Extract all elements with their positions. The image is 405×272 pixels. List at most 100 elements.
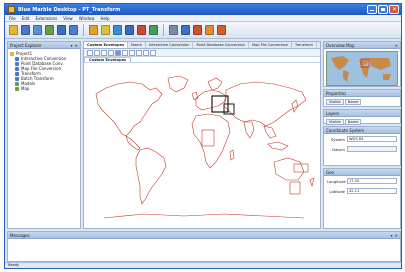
longitude-row: Longitude 17.55: [324, 176, 400, 186]
map-zoom-out-button[interactable]: [108, 49, 114, 56]
messages-panel: Messages ▾ ✕: [7, 231, 401, 262]
datum-field[interactable]: [347, 146, 397, 152]
layers-panel: Layers Visible Name: [323, 109, 401, 125]
close-button[interactable]: ✕: [389, 5, 399, 14]
tab-custom-envelopes-view[interactable]: Custom Envelopes: [84, 57, 132, 62]
world-map[interactable]: [84, 64, 320, 228]
properties-name-button[interactable]: Name: [344, 99, 362, 105]
maximize-button[interactable]: [378, 5, 388, 14]
point-icon[interactable]: [101, 25, 110, 35]
menu-help[interactable]: Help: [100, 16, 109, 21]
south-america-outline: [135, 147, 167, 205]
envelope-box-australia[interactable]: [289, 181, 301, 195]
latitude-field[interactable]: 42.11: [347, 188, 397, 194]
map-draw-envelope-button[interactable]: [115, 49, 121, 56]
panel-close-icon[interactable]: ✕: [395, 43, 398, 48]
latitude-row: Latitude 42.11: [324, 186, 400, 196]
tab-interactive-conversion[interactable]: Interactive Conversion: [146, 42, 194, 48]
document-tabs: Custom Envelopes Name Interactive Conversi…: [84, 42, 320, 49]
properties-panel: Properties Visible Name: [323, 89, 401, 107]
map-edit-button[interactable]: [122, 49, 128, 56]
overview-title: Overview Map: [326, 42, 355, 48]
image-icon[interactable]: [33, 25, 42, 35]
project-explorer-panel: Project Explorer ▾ ✕ Project1 Interactive…: [7, 41, 81, 229]
tree-item[interactable]: Map: [10, 86, 78, 91]
menu-edit[interactable]: Edit: [22, 16, 30, 21]
tree-node-icon: [15, 86, 19, 91]
menu-extensions[interactable]: Extensions: [35, 16, 57, 21]
main-toolbar: [5, 22, 401, 39]
pin-icon[interactable]: ▾: [71, 43, 73, 48]
map-zoom-in-button[interactable]: [101, 49, 107, 56]
tab-transform[interactable]: Transform: [292, 42, 317, 48]
central-america-outline: [125, 135, 141, 151]
tab-batch-transfo[interactable]: Batch Transfo: [317, 42, 321, 48]
tree-node-icon: [15, 66, 19, 71]
menu-view[interactable]: View: [63, 16, 73, 21]
world-map-canvas[interactable]: [84, 64, 320, 228]
properties-visible-button[interactable]: Visible: [326, 99, 344, 105]
project-icon: [10, 51, 14, 56]
minimize-button[interactable]: [367, 5, 377, 14]
menu-window[interactable]: Window: [79, 16, 95, 21]
refresh-icon[interactable]: [205, 25, 214, 35]
greenland-outline: [167, 75, 189, 93]
menu-file[interactable]: File: [9, 16, 16, 21]
geo-panel: Geo Longitude 17.55 Latitude 42.11: [323, 168, 401, 229]
geo-header: Geo: [324, 169, 400, 176]
overview-panel: Overview Map ✕: [323, 41, 401, 87]
new-zealand-outline: [309, 177, 315, 188]
overview-header: Overview Map ✕: [324, 42, 400, 49]
toolbar-separator: [163, 24, 164, 36]
tab-map-file-conversion[interactable]: Map File Conversion: [249, 42, 292, 48]
scandinavia-outline: [207, 77, 223, 91]
map-pan-button[interactable]: [94, 49, 100, 56]
map-select-button[interactable]: [87, 49, 93, 56]
export-icon[interactable]: [149, 25, 158, 35]
cancel-icon[interactable]: [193, 25, 202, 35]
longitude-field[interactable]: 17.55: [347, 178, 397, 184]
run-icon[interactable]: [217, 25, 226, 35]
map-toolbar: [84, 49, 320, 57]
map-delete-button[interactable]: [129, 49, 135, 56]
table-icon[interactable]: [69, 25, 78, 35]
overview-controls: ✕: [395, 43, 400, 48]
overview-map-thumbnail[interactable]: [326, 51, 398, 86]
maximize-icon: [381, 8, 385, 11]
title-bar[interactable]: Blue Marble Desktop - PT_Transform ✕: [5, 4, 401, 15]
help-icon[interactable]: [181, 25, 190, 35]
tree-node-icon: [15, 81, 19, 86]
tab-name[interactable]: Name: [128, 42, 146, 48]
envelope-box-africa[interactable]: [201, 129, 215, 147]
polygon-icon[interactable]: [113, 25, 122, 35]
layers-visible-button[interactable]: Visible: [326, 119, 344, 125]
project-tree: Project1 Interactive Conversion Point Data…: [8, 49, 80, 93]
panel-close-icon[interactable]: ✕: [75, 43, 78, 48]
layers-name-button[interactable]: Name: [344, 119, 362, 125]
settings-icon[interactable]: [169, 25, 178, 35]
globe-icon[interactable]: [89, 25, 98, 35]
panel-close-icon[interactable]: ✕: [395, 233, 398, 238]
open-folder-icon[interactable]: [9, 25, 18, 35]
map-refresh-button[interactable]: [143, 49, 149, 56]
messages-header: Messages ▾ ✕: [8, 232, 400, 239]
layers-icon[interactable]: [45, 25, 54, 35]
save-icon[interactable]: [21, 25, 30, 35]
japan-outline: [291, 99, 299, 113]
line-icon[interactable]: [125, 25, 134, 35]
pin-icon[interactable]: ▾: [391, 233, 393, 238]
map-info-button[interactable]: [150, 49, 156, 56]
madagascar-outline: [229, 149, 235, 161]
menu-bar: File Edit Extensions View Window Help: [5, 15, 401, 22]
map-fit-button[interactable]: [136, 49, 142, 56]
window-title: Blue Marble Desktop - PT_Transform: [18, 7, 121, 13]
project-explorer-title: Project Explorer: [10, 42, 42, 48]
tab-custom-envelopes[interactable]: Custom Envelopes: [84, 42, 129, 48]
grid-icon[interactable]: [57, 25, 66, 35]
coordinate-system-panel: Coordinate System System WGS 84 Datum: [323, 126, 401, 166]
coordinate-system-field[interactable]: WGS 84: [347, 136, 397, 142]
transform-icon[interactable]: [137, 25, 146, 35]
tab-point-database-conversion[interactable]: Point Database Conversion: [193, 42, 249, 48]
africa-outline: [191, 113, 231, 169]
tree-item-label: Map: [21, 86, 30, 91]
